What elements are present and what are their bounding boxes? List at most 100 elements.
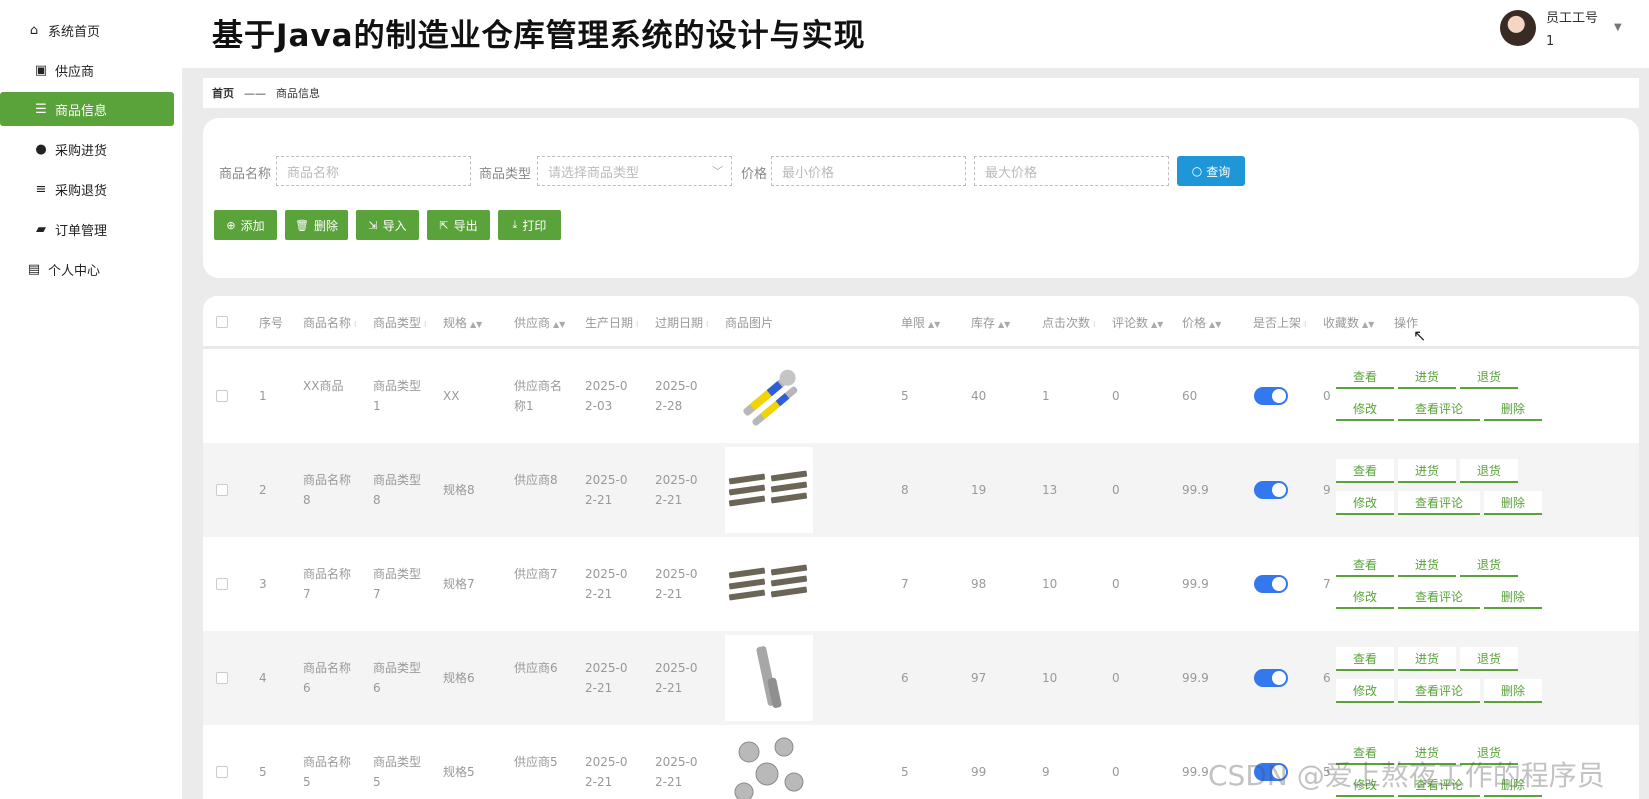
product-image[interactable] xyxy=(725,353,813,439)
header-clicks[interactable]: 点击次数 ⁝ xyxy=(1042,314,1096,331)
sidebar-item-label: 订单管理 xyxy=(55,223,108,239)
avatar[interactable] xyxy=(1500,10,1536,46)
cell-price: 99.9 xyxy=(1182,671,1209,685)
cell-stock: 40 xyxy=(971,389,987,403)
sort-icon: ▲▼ xyxy=(998,320,1011,329)
cell-price: 99.9 xyxy=(1182,483,1209,497)
cell-stock: 98 xyxy=(971,577,987,591)
query-button[interactable]: ○ 查询 xyxy=(1177,156,1245,186)
sidebar-item-purchase-return[interactable]: ≡ 采购退货 xyxy=(0,172,182,206)
row-checkbox[interactable] xyxy=(216,672,228,684)
header-favorites[interactable]: 收藏数 ▲▼ xyxy=(1323,314,1374,331)
view-button[interactable]: 查看 xyxy=(1336,647,1394,671)
breadcrumb-home[interactable]: 首页 xyxy=(212,85,234,101)
edit-button[interactable]: 修改 xyxy=(1336,491,1394,515)
select-all-checkbox[interactable] xyxy=(216,316,228,328)
stock-in-button[interactable]: 进货 xyxy=(1398,365,1456,389)
view-comments-button[interactable]: 查看评论 xyxy=(1398,397,1480,421)
edit-button[interactable]: 修改 xyxy=(1336,397,1394,421)
name-input[interactable]: 商品名称 xyxy=(276,156,471,186)
view-button[interactable]: 查看 xyxy=(1336,553,1394,577)
header-supplier[interactable]: 供应商 ▲▼ xyxy=(514,314,565,331)
header-stock[interactable]: 库存 ▲▼ xyxy=(971,314,1010,331)
cell-price: 99.9 xyxy=(1182,577,1209,591)
header: 基于Java的制造业仓库管理系统的设计与实现 员工工号 1 ▼ xyxy=(182,0,1649,68)
product-image[interactable] xyxy=(725,635,813,721)
import-button[interactable]: ⇲ 导入 xyxy=(356,210,419,240)
header-name[interactable]: 商品名称 ⁝ xyxy=(303,314,357,331)
header-exp-date[interactable]: 过期日期 ⁝ xyxy=(655,314,709,331)
header-limit[interactable]: 单限 ▲▼ xyxy=(901,314,940,331)
cell-no: 4 xyxy=(259,671,267,685)
stock-in-button[interactable]: 进货 xyxy=(1398,553,1456,577)
header-comments[interactable]: 评论数 ▲▼ xyxy=(1112,314,1163,331)
header-on-sale[interactable]: 是否上架 ⁝ xyxy=(1253,314,1307,331)
delete-button[interactable]: 删除 xyxy=(1484,585,1542,609)
type-select[interactable]: 请选择商品类型 ﹀ xyxy=(537,156,732,186)
delete-button[interactable]: 删除 xyxy=(1484,679,1542,703)
view-button[interactable]: 查看 xyxy=(1336,365,1394,389)
stock-in-button[interactable]: 进货 xyxy=(1398,647,1456,671)
return-button[interactable]: 退货 xyxy=(1460,553,1518,577)
cell-no: 3 xyxy=(259,577,267,591)
product-image[interactable] xyxy=(725,729,813,799)
view-comments-button[interactable]: 查看评论 xyxy=(1398,491,1480,515)
cell-comments: 0 xyxy=(1112,577,1120,591)
plus-circle-icon: ⊕ xyxy=(226,218,236,232)
cell-supplier: 供应商6 xyxy=(514,661,558,675)
user-name[interactable]: 员工工号 xyxy=(1546,7,1598,26)
on-sale-toggle[interactable] xyxy=(1254,575,1288,593)
print-button[interactable]: ⤓ 打印 xyxy=(498,210,561,240)
row-checkbox[interactable] xyxy=(216,766,228,778)
chevron-down-icon[interactable]: ▼ xyxy=(1614,22,1622,33)
header-price[interactable]: 价格 ▲▼ xyxy=(1182,314,1221,331)
delete-button[interactable]: 删除 xyxy=(1484,397,1542,421)
delete-button[interactable]: 删除 xyxy=(1484,491,1542,515)
header-label: 规格 xyxy=(443,316,468,330)
view-comments-button[interactable]: 查看评论 xyxy=(1398,679,1480,703)
sidebar-item-home[interactable]: ⌂ 系统首页 xyxy=(0,13,182,47)
on-sale-toggle[interactable] xyxy=(1254,387,1288,405)
view-button[interactable]: 查看 xyxy=(1336,459,1394,483)
delete-label: 删除 xyxy=(313,218,338,233)
sidebar-item-product-info[interactable]: ☰ 商品信息 xyxy=(0,92,174,126)
return-button[interactable]: 退货 xyxy=(1460,647,1518,671)
sidebar-item-supplier[interactable]: ▣ 供应商 xyxy=(0,53,182,87)
export-button[interactable]: ⇱ 导出 xyxy=(427,210,490,240)
sort-icon: ▲▼ xyxy=(1209,320,1222,329)
sidebar-item-profile[interactable]: ▤ 个人中心 xyxy=(0,252,182,286)
max-price-input[interactable]: 最大价格 xyxy=(974,156,1169,186)
edit-button[interactable]: 修改 xyxy=(1336,585,1394,609)
header-prod-date[interactable]: 生产日期 ⁝ xyxy=(585,314,639,331)
header-type[interactable]: 商品类型 ⁝ xyxy=(373,314,427,331)
export-label: 导出 xyxy=(453,218,478,233)
min-price-input[interactable]: 最小价格 xyxy=(771,156,966,186)
row-checkbox[interactable] xyxy=(216,484,228,496)
sidebar-item-orders[interactable]: ▰ 订单管理 xyxy=(0,212,182,246)
product-image[interactable] xyxy=(725,447,813,533)
sidebar-item-purchase-in[interactable]: ● 采购进货 xyxy=(0,132,182,166)
sidebar-item-label: 系统首页 xyxy=(48,24,101,40)
row-checkbox[interactable] xyxy=(216,390,228,402)
sidebar: ⌂ 系统首页 ▣ 供应商 ☰ 商品信息 ● 采购进货 ≡ 采购退货 ▰ 订单管理… xyxy=(0,0,182,799)
cell-exp-date: 2025-02-21 xyxy=(655,661,698,695)
on-sale-toggle[interactable] xyxy=(1254,669,1288,687)
cell-exp-date: 2025-02-21 xyxy=(655,755,698,789)
cell-comments: 0 xyxy=(1112,765,1120,779)
header-spec[interactable]: 规格 ▲▼ xyxy=(443,314,482,331)
cell-limit: 5 xyxy=(901,389,909,403)
product-image[interactable] xyxy=(725,541,813,627)
return-button[interactable]: 退货 xyxy=(1460,459,1518,483)
header-label: 价格 xyxy=(1182,316,1207,330)
row-checkbox[interactable] xyxy=(216,578,228,590)
cell-supplier: 供应商名称1 xyxy=(514,379,563,413)
return-button[interactable]: 退货 xyxy=(1460,365,1518,389)
delete-button[interactable]: 🗑 删除 xyxy=(285,210,348,240)
stock-in-button[interactable]: 进货 xyxy=(1398,459,1456,483)
view-comments-button[interactable]: 查看评论 xyxy=(1398,585,1480,609)
add-button[interactable]: ⊕ 添加 xyxy=(214,210,277,240)
trash-icon: 🗑 xyxy=(295,218,309,232)
clipboard-icon: ▣ xyxy=(34,62,48,78)
edit-button[interactable]: 修改 xyxy=(1336,679,1394,703)
on-sale-toggle[interactable] xyxy=(1254,481,1288,499)
